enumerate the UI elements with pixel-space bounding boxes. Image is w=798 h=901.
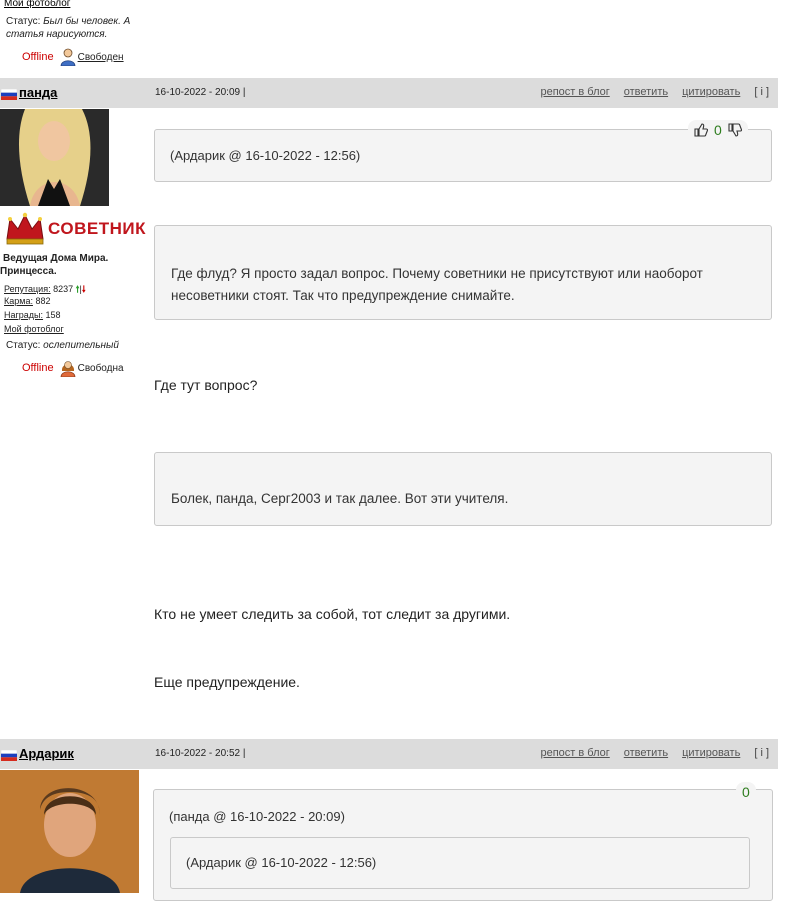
photoblog-row: Мой фотоблог [4,324,64,334]
info-link[interactable]: [ i ] [754,86,769,98]
reputation-down-icon[interactable]: 🠗 [82,284,86,294]
post-text: Еще предупреждение. [154,674,300,690]
nested-quote-box: (Ардарик @ 16-10-2022 - 12:56) [170,837,750,889]
crown-icon [6,212,44,245]
awards-row: Награды: 158 [4,310,61,320]
reputation-label[interactable]: Репутация: [4,284,51,294]
karma-label[interactable]: Карма: [4,296,33,306]
user-status: Статус: Был бы человек. А статья нарисую… [6,15,151,41]
online-status-row: Offline Свободна [22,359,124,377]
offline-label: Offline [22,362,54,374]
quote-box: (панда @ 16-10-2022 - 20:09) (Ардарик @ … [153,789,773,901]
repost-link[interactable]: репост в блог [540,747,609,759]
rank-badge: СОВЕТНИК [4,210,154,248]
post-text: Кто не умеет следить за собой, тот следи… [154,606,511,622]
avatar-image [0,770,139,893]
vote-widget: 0 [736,782,756,802]
russia-flag-icon [1,750,17,761]
reply-link[interactable]: ответить [624,86,668,98]
female-user-icon [60,361,75,377]
vote-count: 0 [742,784,750,800]
online-status-row: Offline Свободен [22,48,124,66]
avatar-image [0,109,109,206]
post-actions: репост в блог ответить цитировать [ i ] [540,86,769,98]
photoblog-link[interactable]: Мой фотоблог [4,324,64,334]
awards-label[interactable]: Награды: [4,310,43,320]
photoblog-link[interactable]: Мой фотоблог [4,0,70,9]
quote-box: Где флуд? Я просто задал вопрос. Почему … [154,225,772,320]
reply-link[interactable]: ответить [624,747,668,759]
status-label: Статус: [6,16,41,27]
user-title-2: Принцесса. [0,266,57,277]
quote-body: Болек, панда, Серг2003 и так далее. Вот … [171,491,509,506]
user-avatar[interactable] [0,109,109,206]
quote-box: Болек, панда, Серг2003 и так далее. Вот … [154,452,772,526]
status-text: ослепительный [43,340,119,351]
karma-value: 882 [35,296,51,306]
vote-count: 0 [714,122,722,138]
post-date: 16-10-2022 - 20:09 | [155,87,246,98]
offline-label: Offline [22,51,54,63]
post-header: Ардарик 16-10-2022 - 20:52 | репост в бл… [0,739,778,769]
user-avatar[interactable] [0,770,139,893]
karma-row: Карма: 882 [4,296,51,306]
quote-link[interactable]: цитировать [682,86,740,98]
quote-body: Где флуд? Я просто задал вопрос. Почему … [171,266,703,303]
post-text: Где тут вопрос? [154,377,258,393]
author-link[interactable]: Ардарик [19,746,74,761]
repost-link[interactable]: репост в блог [540,86,609,98]
post-date: 16-10-2022 - 20:52 | [155,748,246,759]
quote-header: (панда @ 16-10-2022 - 20:09) [169,809,345,824]
post-header: панда 16-10-2022 - 20:09 | репост в блог… [0,78,778,108]
availability-link[interactable]: Свободен [78,52,124,63]
availability-label: Свободна [77,362,124,374]
user-title: Ведущая Дома Мира. [3,253,109,264]
male-user-icon [60,48,75,66]
thumbs-up-icon[interactable] [694,123,708,137]
status-label: Статус: [6,340,41,351]
thumbs-down-icon[interactable] [728,123,742,137]
russia-flag-icon [1,89,17,100]
reputation-value: 8237 [53,284,74,294]
quote-box: (Ардарик @ 16-10-2022 - 12:56) [154,129,772,182]
quote-link[interactable]: цитировать [682,747,740,759]
awards-value: 158 [45,310,61,320]
quote-header: (Ардарик @ 16-10-2022 - 12:56) [170,148,361,163]
post-actions: репост в блог ответить цитировать [ i ] [540,747,769,759]
author-link[interactable]: панда [19,85,57,100]
user-status: Статус: ослепительный [6,340,119,351]
rank-label: СОВЕТНИК [48,219,146,238]
vote-widget: 0 [688,120,748,140]
info-link[interactable]: [ i ] [754,747,769,759]
nested-quote-header: (Ардарик @ 16-10-2022 - 12:56) [186,855,377,870]
